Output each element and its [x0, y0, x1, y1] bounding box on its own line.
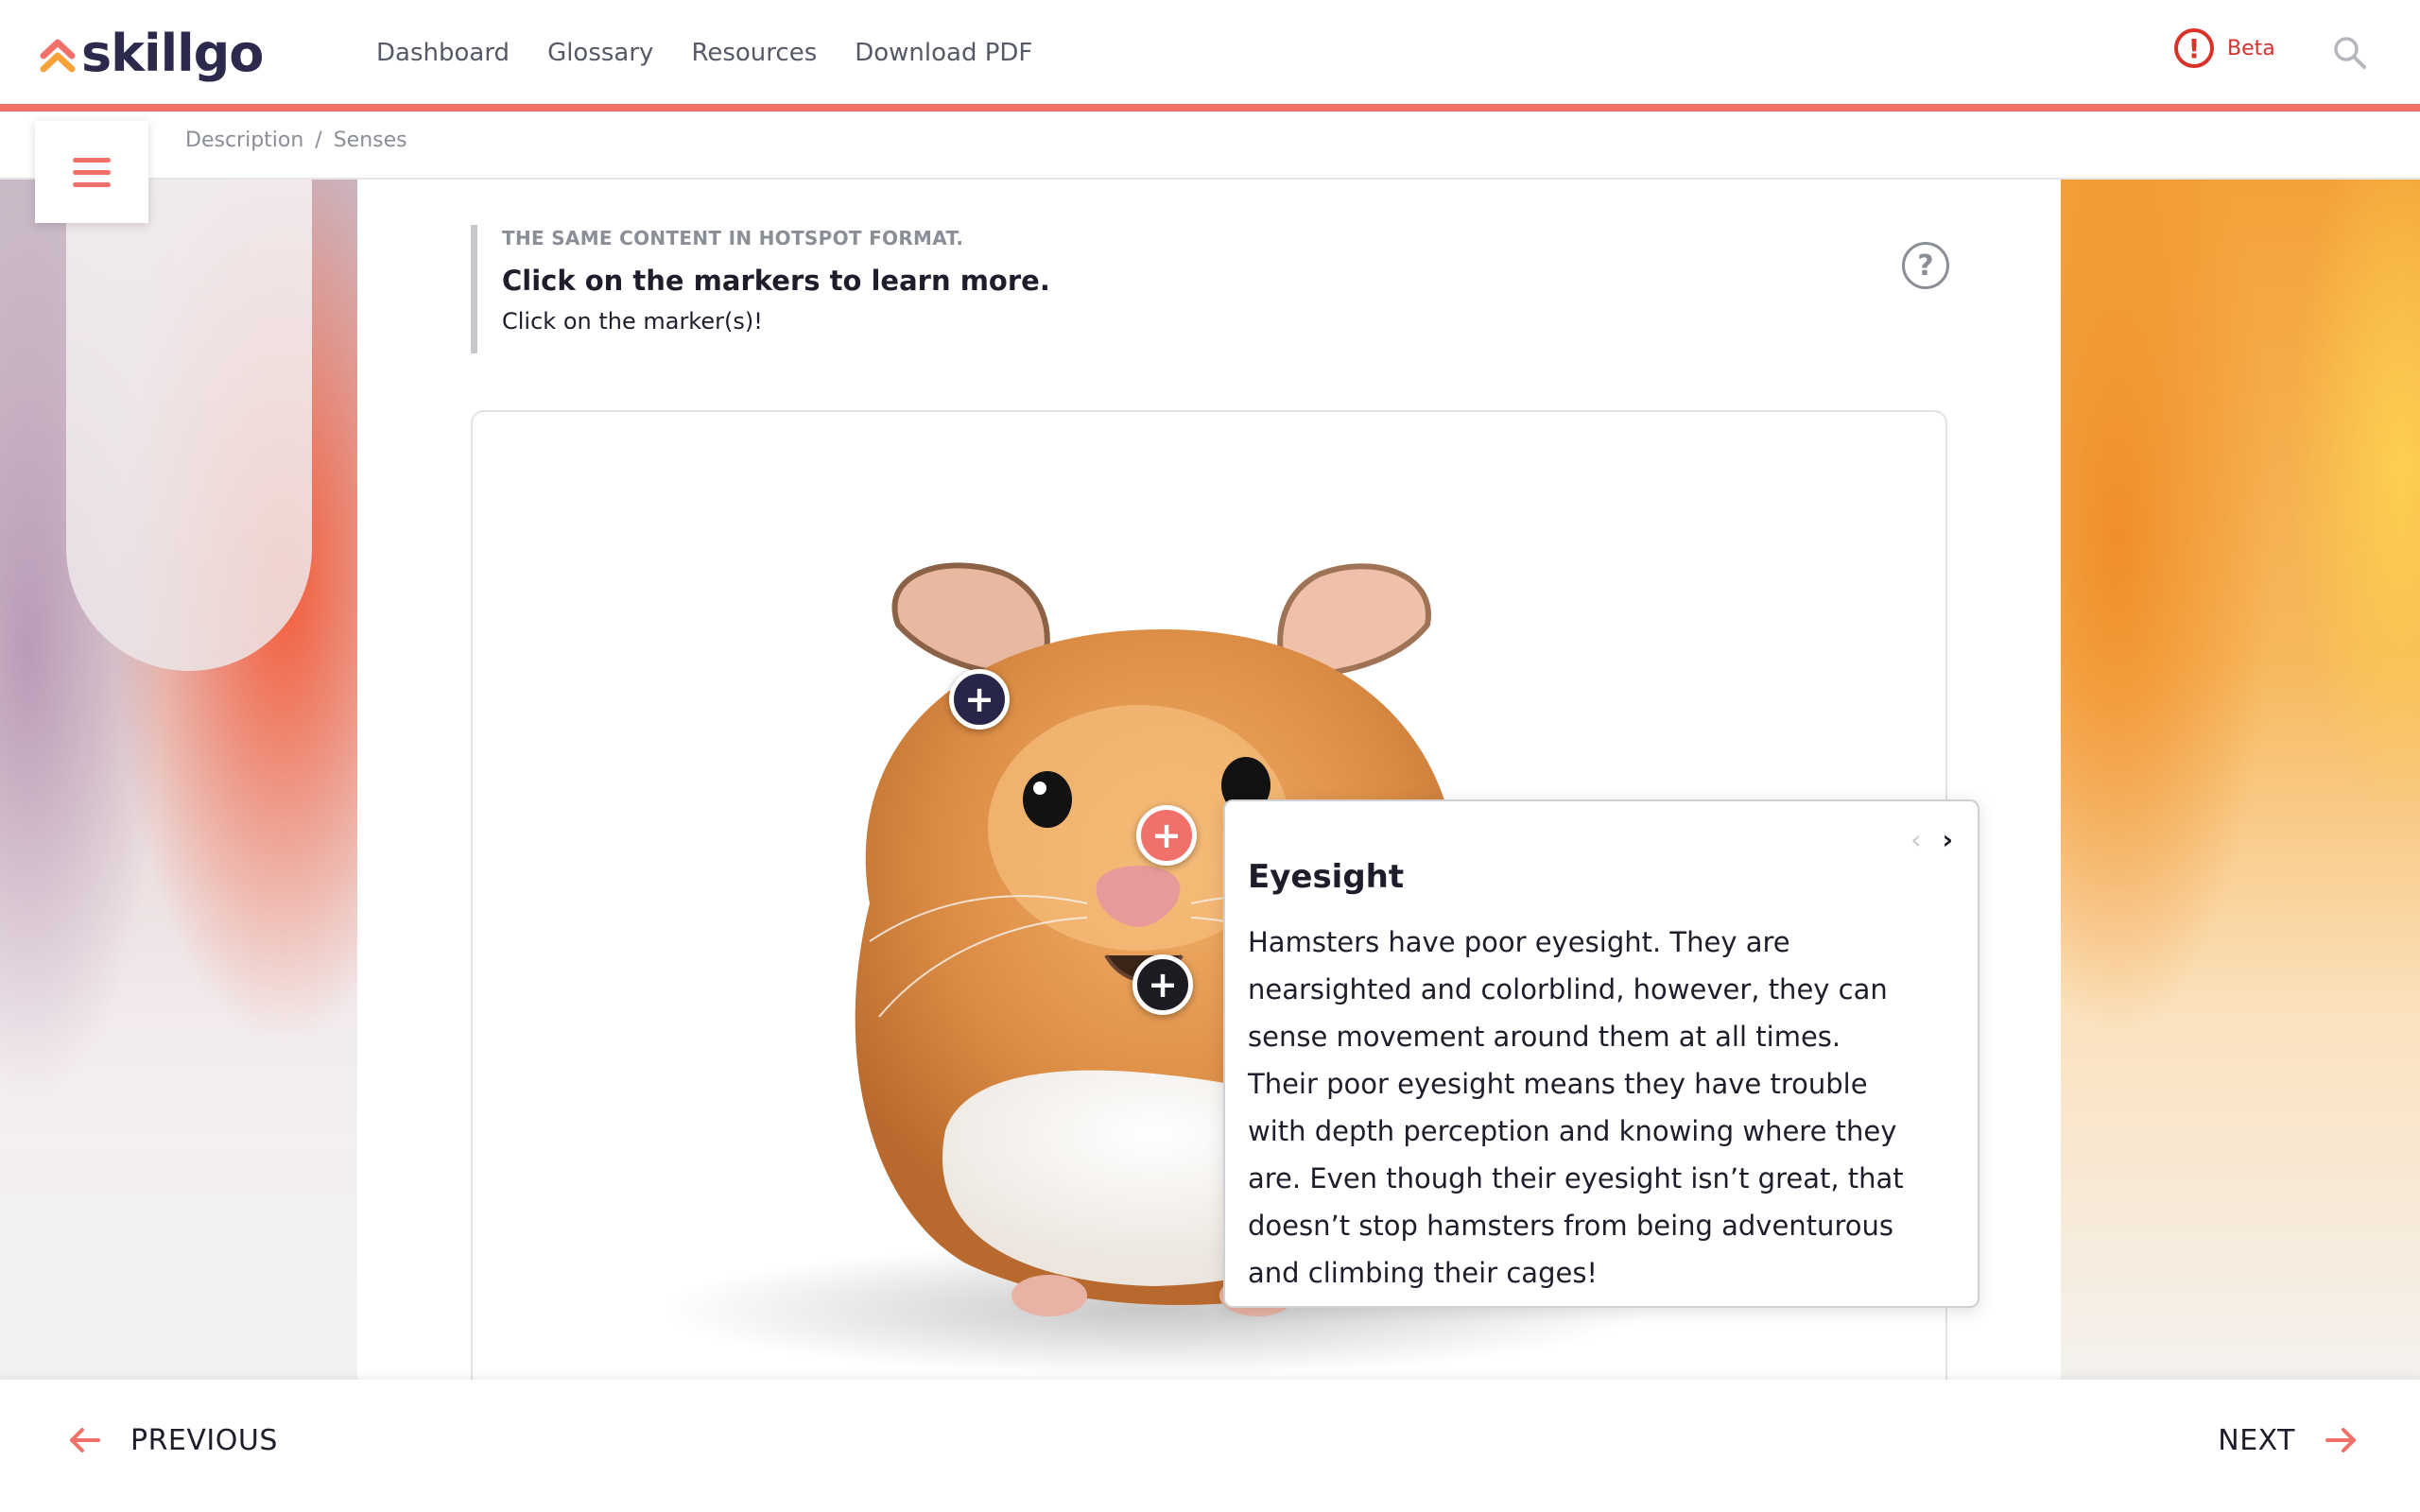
popup-pagination: ‹ › — [1910, 824, 1953, 855]
background-image-right — [2061, 180, 2420, 1380]
hotspot-popup: ‹ › Eyesight Hamsters have poor eyesight… — [1223, 799, 1979, 1308]
previous-button[interactable]: PREVIOUS — [66, 1421, 278, 1459]
popup-body-text: Hamsters have poor eyesight. They are ne… — [1248, 926, 1904, 1289]
hotspot-marker-ear[interactable]: + — [949, 669, 1010, 730]
help-icon[interactable]: ? — [1902, 242, 1949, 289]
next-label: NEXT — [2218, 1423, 2295, 1457]
background-image-left — [0, 180, 357, 1380]
popup-next-button[interactable]: › — [1942, 824, 1953, 855]
nav-glossary[interactable]: Glossary — [547, 32, 653, 74]
top-header: skillgo Dashboard Glossary Resources Dow… — [0, 0, 2420, 112]
search-icon[interactable] — [2331, 34, 2369, 72]
brand-logo[interactable]: skillgo — [40, 23, 264, 85]
arrow-right-icon — [2325, 1428, 2356, 1452]
instruction-subtitle: Click on the marker(s)! — [502, 308, 763, 335]
next-button[interactable]: NEXT — [2218, 1421, 2360, 1459]
breadcrumb: Description / Senses — [185, 129, 407, 152]
previous-label: PREVIOUS — [130, 1423, 278, 1457]
sub-header: Description / Senses — [0, 112, 2420, 180]
instruction-kicker: THE SAME CONTENT IN HOTSPOT FORMAT. — [502, 227, 964, 249]
nav-download-pdf[interactable]: Download PDF — [855, 32, 1032, 74]
hotspot-marker-eye[interactable]: + — [1136, 805, 1197, 866]
arrow-left-icon — [70, 1428, 100, 1452]
nav-dashboard[interactable]: Dashboard — [376, 32, 510, 74]
bottom-navigation: PREVIOUS NEXT — [0, 1380, 2420, 1512]
menu-line — [73, 157, 111, 163]
alert-circle-icon: ! — [2174, 28, 2214, 68]
nav-resources[interactable]: Resources — [691, 32, 817, 74]
beta-label: Beta — [2227, 36, 2275, 60]
main-nav: Dashboard Glossary Resources Download PD… — [376, 32, 1032, 74]
breadcrumb-separator: / — [315, 129, 322, 152]
hamburger-menu-icon[interactable] — [35, 121, 148, 223]
logo-chevron-icon — [40, 39, 76, 73]
background-wheel-shape — [66, 180, 312, 671]
beta-indicator[interactable]: ! Beta — [2174, 28, 2275, 68]
instruction-block: THE SAME CONTENT IN HOTSPOT FORMAT. Clic… — [471, 225, 1700, 353]
breadcrumb-item-senses: Senses — [333, 129, 407, 152]
menu-line — [73, 181, 111, 187]
popup-title: Eyesight — [1248, 858, 1405, 896]
brand-name: skillgo — [81, 24, 264, 83]
hotspot-marker-mouth[interactable]: + — [1132, 954, 1193, 1015]
instruction-title: Click on the markers to learn more. — [502, 265, 1050, 297]
menu-line — [73, 169, 111, 175]
popup-prev-button[interactable]: ‹ — [1910, 824, 1921, 855]
breadcrumb-item-description[interactable]: Description — [185, 129, 303, 152]
